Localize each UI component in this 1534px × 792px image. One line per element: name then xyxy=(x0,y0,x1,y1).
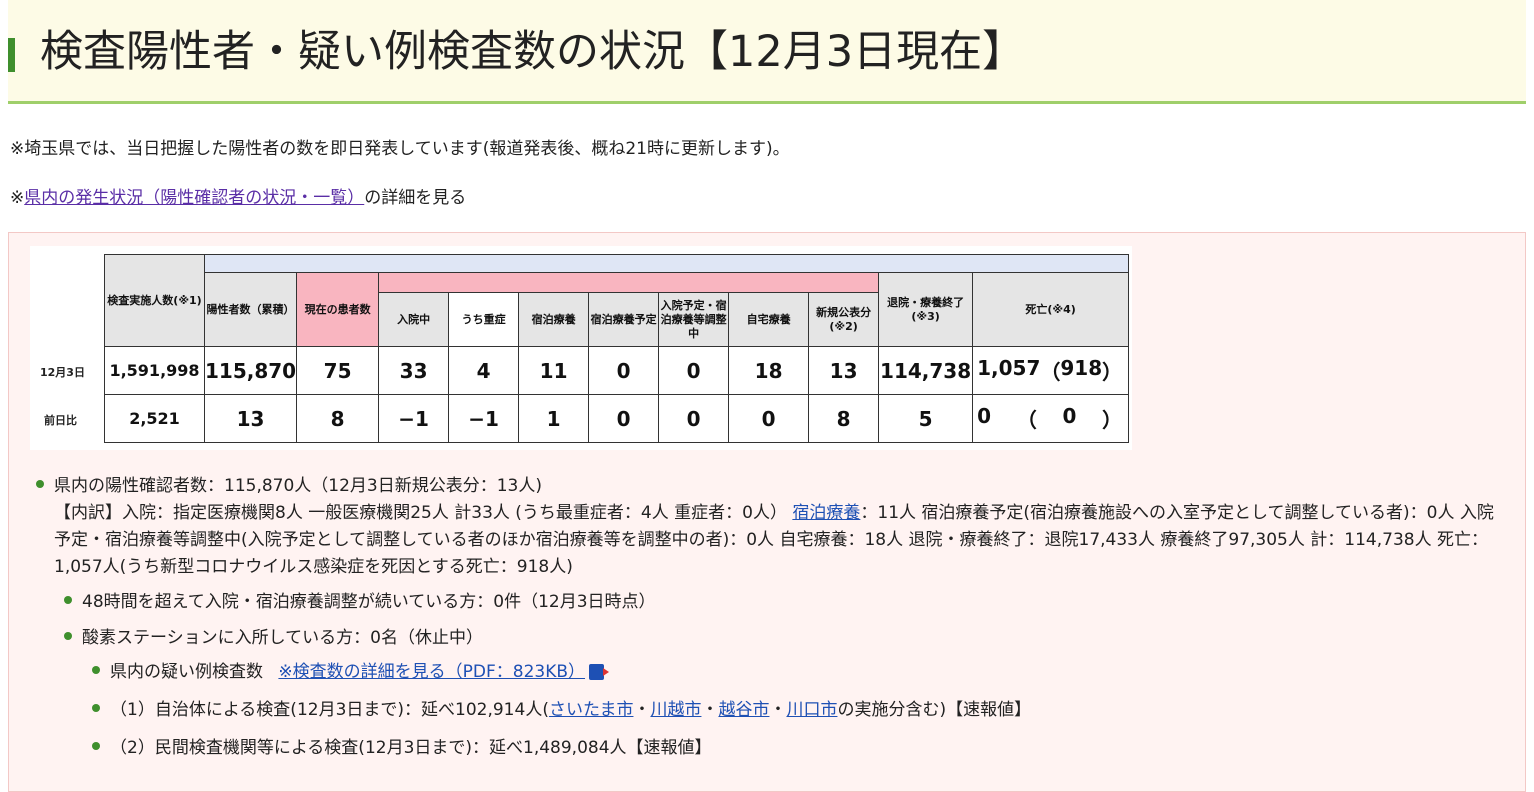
bullet-oxygen: 酸素ステーションに入所している方：0名（休止中） xyxy=(64,626,483,651)
test-detail-pdf-link[interactable]: ※検査数の詳細を見る（PDF：823KB） xyxy=(278,662,585,682)
row-label-diff: 前日比 xyxy=(44,414,77,427)
bullet-icon xyxy=(92,704,100,712)
header-tested: 検査実施人数(※1) xyxy=(104,254,205,347)
cell-severe: −1 xyxy=(448,394,520,443)
bullet-icon xyxy=(36,480,44,488)
cell-tested: 1,591,998 xyxy=(104,346,205,395)
header-hotel-plan: 宿泊療養予定 xyxy=(588,292,660,347)
header-positives: 陽性者数（累積） xyxy=(203,272,298,347)
cell-hospital: 33 xyxy=(378,346,450,395)
bullet-icon xyxy=(64,596,72,604)
pdf-icon xyxy=(589,664,610,680)
cell-new: 8 xyxy=(808,394,880,443)
bullet-icon xyxy=(92,742,100,750)
stats-table-image: 検査実施人数(※1) 陽性者数（累積） 現在の患者数 退院・療養終了(※3) 死… xyxy=(30,246,1132,450)
cell-home: 0 xyxy=(728,394,810,443)
cell-adjusting: 0 xyxy=(658,394,730,443)
summary-detail: 【内訳】入院：指定医療機関8人 一般医療機関25人 計33人 (うち最重症者：4… xyxy=(54,503,1494,577)
bullet-suspect: 県内の疑い例検査数 ※検査数の詳細を見る（PDF：823KB） xyxy=(92,660,610,685)
cell-recovered: 114,738 xyxy=(878,346,974,395)
header-deaths: 死亡(※4) xyxy=(972,272,1130,347)
cell-hotel: 11 xyxy=(518,346,590,395)
stats-table: 検査実施人数(※1) 陽性者数（累積） 現在の患者数 退院・療養終了(※3) 死… xyxy=(104,254,1130,443)
header-current: 現在の患者数 xyxy=(296,272,380,347)
occurrence-status-link[interactable]: 県内の発生状況（陽性確認者の状況・一覧） xyxy=(24,188,364,208)
cell-severe: 4 xyxy=(448,346,520,395)
cell-hotel: 1 xyxy=(518,394,590,443)
header-band xyxy=(203,254,1130,273)
summary-main: 県内の陽性確認者数：115,870人（12月3日新規公表分：13人) xyxy=(36,474,542,499)
page-heading: 検査陽性者・疑い例検査数の状況【12月3日現在】 xyxy=(8,0,1526,104)
table-row: 2,521 13 8 −1 −1 1 0 0 0 8 5 0 （0） xyxy=(104,394,1130,443)
saitama-city-link[interactable]: さいたま市 xyxy=(549,700,634,720)
cell-deaths: 1,057 （918） xyxy=(972,346,1130,395)
header-recovered: 退院・療養終了(※3) xyxy=(878,272,974,347)
bullet-48h: 48時間を超えて入院・宿泊療養調整が続いている方：0件（12月3日時点） xyxy=(64,590,656,615)
header-severe: うち重症 xyxy=(448,292,520,347)
kawagoe-city-link[interactable]: 川越市 xyxy=(650,700,701,720)
cell-recovered: 5 xyxy=(878,394,974,443)
cell-adjusting: 0 xyxy=(658,346,730,395)
koshigaya-city-link[interactable]: 越谷市 xyxy=(718,700,769,720)
cell-positives: 13 xyxy=(203,394,298,443)
update-note: ※埼玉県では、当日把握した陽性者の数を即日発表しています(報道発表後、概ね21時… xyxy=(10,139,790,159)
hotel-recuperation-link[interactable]: 宿泊療養 xyxy=(792,503,860,523)
bullet-local: （1）自治体による検査(12月3日まで)：延べ102,914人(さいたま市・川越… xyxy=(92,698,1031,723)
row-label-date: 12月3日 xyxy=(40,366,85,379)
cell-hotel-plan: 0 xyxy=(588,394,660,443)
bullet-icon xyxy=(92,666,100,674)
header-current-band xyxy=(378,272,880,293)
cell-positives: 115,870 xyxy=(203,346,298,395)
bullet-private: （2）民間検査機関等による検査(12月3日まで)：延べ1,489,084人【速報… xyxy=(92,736,712,761)
kawaguchi-city-link[interactable]: 川口市 xyxy=(786,700,837,720)
header-new: 新規公表分(※2) xyxy=(808,292,880,347)
page-title: 検査陽性者・疑い例検査数の状況【12月3日現在】 xyxy=(40,27,1026,77)
header-adjusting: 入院予定・宿泊療養等調整中 xyxy=(658,292,730,347)
cell-current: 8 xyxy=(296,394,380,443)
cell-tested: 2,521 xyxy=(104,394,205,443)
cell-new: 13 xyxy=(808,346,880,395)
cell-hotel-plan: 0 xyxy=(588,346,660,395)
header-hotel: 宿泊療養 xyxy=(518,292,590,347)
heading-accent-bar xyxy=(8,38,15,72)
cell-current: 75 xyxy=(296,346,380,395)
cell-home: 18 xyxy=(728,346,810,395)
table-row: 1,591,998 115,870 75 33 4 11 0 0 18 13 1… xyxy=(104,346,1130,395)
detail-note: ※県内の発生状況（陽性確認者の状況・一覧）の詳細を見る xyxy=(10,188,467,208)
bullet-icon xyxy=(64,632,72,640)
cell-hospital: −1 xyxy=(378,394,450,443)
cell-deaths: 0 （0） xyxy=(972,394,1130,443)
header-home: 自宅療養 xyxy=(728,292,810,347)
header-hospital: 入院中 xyxy=(378,292,450,347)
